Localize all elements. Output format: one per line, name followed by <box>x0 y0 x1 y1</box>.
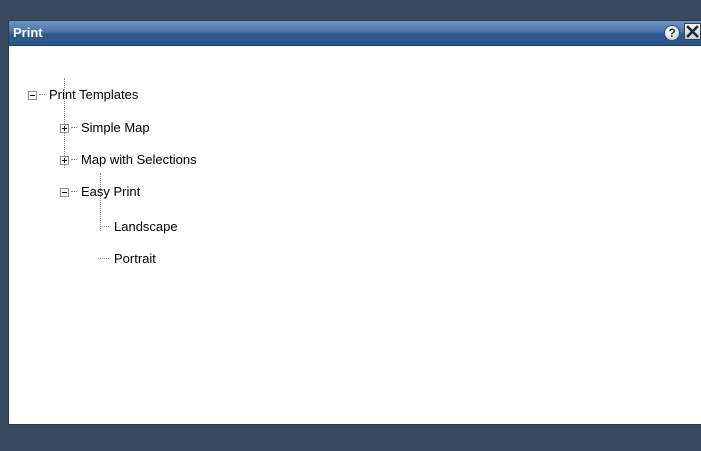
tree-label-easy-print[interactable]: Easy Print <box>81 184 140 200</box>
tree-node-print-templates[interactable]: Print Templates <box>28 86 138 104</box>
tree-dots <box>100 226 109 228</box>
tree-node-simple-map[interactable]: Simple Map <box>60 119 150 137</box>
tree-dots <box>100 258 109 260</box>
collapse-icon[interactable] <box>60 187 69 197</box>
tree-dots <box>71 191 77 193</box>
tree-leaf-landscape[interactable]: Landscape <box>100 218 178 236</box>
help-glyph: ? <box>668 25 676 40</box>
expand-icon[interactable] <box>60 155 69 165</box>
print-window: Print ? Print Templates Simple Map Map w… <box>8 20 701 425</box>
tree-leaf-portrait[interactable]: Portrait <box>100 250 156 268</box>
tree-node-map-with-selections[interactable]: Map with Selections <box>60 151 197 169</box>
title-bar[interactable]: Print ? <box>9 21 701 46</box>
close-button[interactable] <box>684 23 701 40</box>
print-templates-tree: Print Templates Simple Map Map with Sele… <box>9 45 701 424</box>
close-icon <box>686 25 699 38</box>
tree-dots <box>39 94 45 96</box>
tree-label-simple-map[interactable]: Simple Map <box>81 120 150 136</box>
expand-icon[interactable] <box>60 123 69 133</box>
tree-label-landscape[interactable]: Landscape <box>114 219 178 235</box>
window-title: Print <box>13 25 43 40</box>
tree-node-easy-print[interactable]: Easy Print <box>60 183 140 201</box>
tree-label-portrait[interactable]: Portrait <box>114 251 156 267</box>
collapse-icon[interactable] <box>28 90 37 100</box>
help-icon: ? <box>664 24 680 41</box>
tree-dots <box>71 159 77 161</box>
help-button[interactable]: ? <box>662 23 682 42</box>
tree-label-print-templates[interactable]: Print Templates <box>49 87 138 103</box>
tree-label-map-with-selections[interactable]: Map with Selections <box>81 152 197 168</box>
title-buttons: ? <box>662 23 701 43</box>
tree-dots <box>71 127 77 129</box>
